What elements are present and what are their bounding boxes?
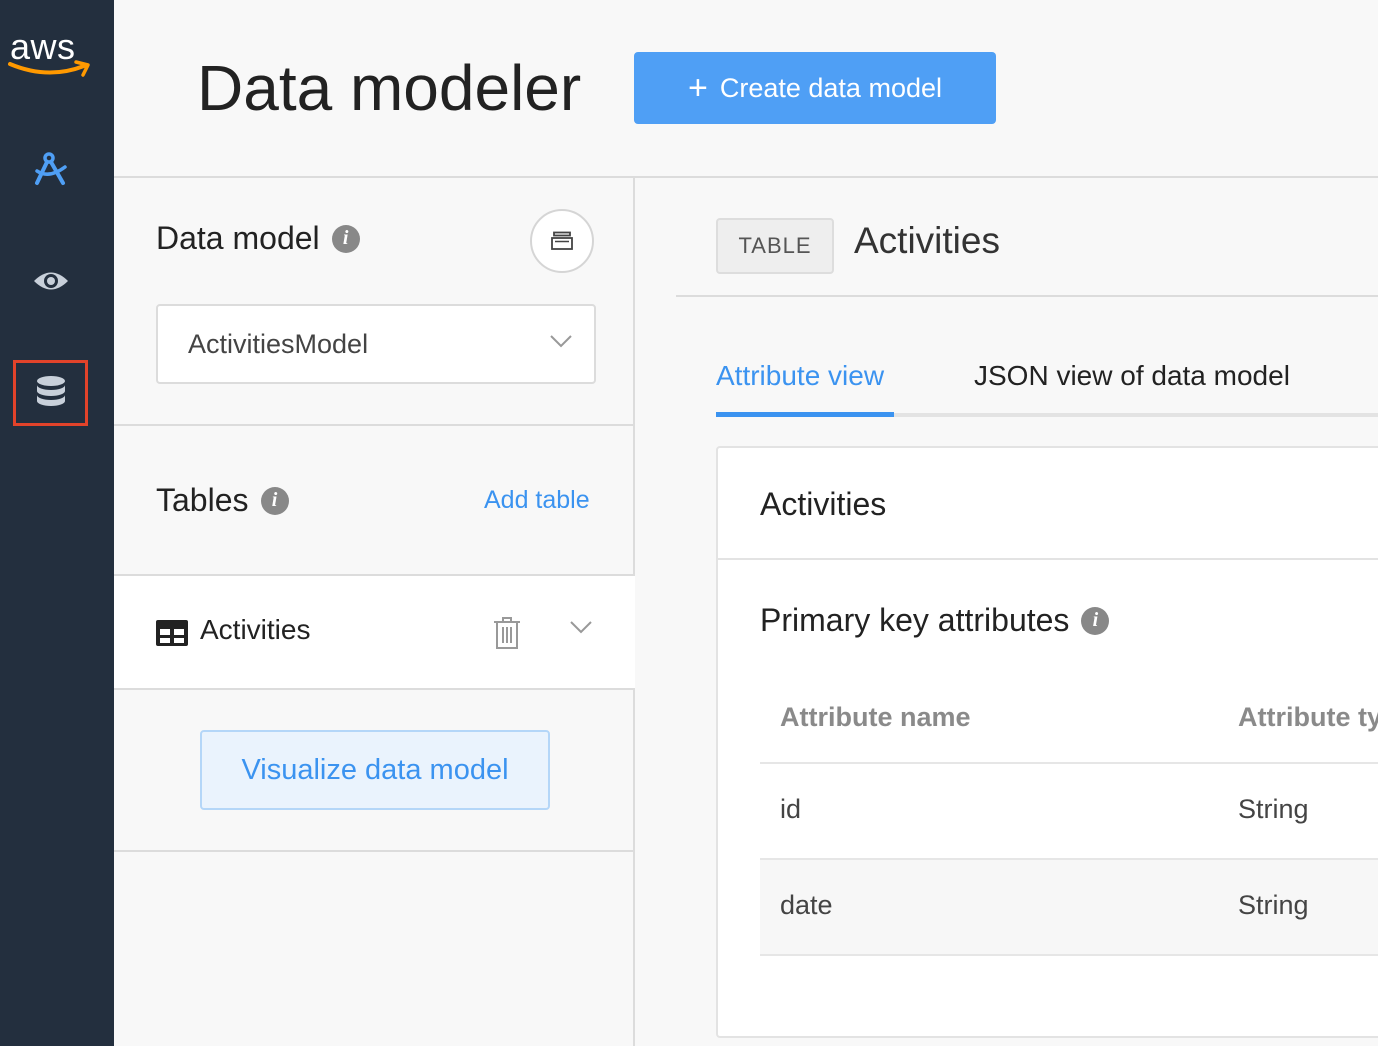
nav-build[interactable] — [13, 136, 88, 202]
create-data-model-button[interactable]: + Create data model — [634, 52, 996, 124]
divider — [114, 688, 635, 690]
plus-icon: + — [688, 69, 708, 107]
attribute-name-cell: id — [780, 794, 802, 824]
table-title: Activities — [854, 220, 1000, 261]
data-model-title: Data model — [156, 220, 320, 256]
primary-key-title: Primary key attributes — [760, 602, 1070, 638]
chevron-down-icon[interactable] — [570, 620, 592, 634]
trash-icon[interactable] — [492, 616, 522, 650]
aws-smile-icon — [8, 60, 90, 77]
aws-logo[interactable]: aws — [8, 22, 98, 86]
tables-heading: Tables i — [156, 482, 289, 519]
tables-title: Tables — [156, 482, 249, 518]
nav-data-modeler[interactable] — [13, 360, 88, 426]
build-icon — [34, 152, 67, 185]
tab-json-view[interactable]: JSON view of data model — [974, 360, 1290, 392]
column-header-attribute-name: Attribute name — [780, 702, 971, 732]
chevron-down-icon — [550, 335, 572, 348]
data-model-heading: Data model i — [156, 220, 360, 257]
divider — [760, 954, 1378, 956]
add-table-link[interactable]: Add table — [484, 486, 590, 515]
active-tab-indicator — [716, 412, 894, 417]
divider — [718, 558, 1378, 560]
table-list-item[interactable]: Activities — [114, 576, 635, 688]
table-row: id String — [760, 762, 1378, 858]
page-title: Data modeler — [197, 52, 582, 124]
attribute-name-cell: date — [780, 890, 833, 920]
nav-preview[interactable] — [13, 248, 88, 314]
eye-icon — [33, 272, 68, 290]
table-row: date String — [760, 858, 1378, 954]
nav-rail: aws — [0, 0, 114, 1046]
data-model-select-value: ActivitiesModel — [188, 328, 369, 359]
column-header-attribute-type: Attribute type — [1238, 702, 1378, 732]
data-model-panel: Data model i ActivitiesModel Tables i Ad… — [114, 178, 635, 1046]
tab-attribute-view[interactable]: Attribute view — [716, 360, 884, 392]
primary-key-heading: Primary key attributes i — [760, 602, 1110, 639]
database-icon — [36, 376, 65, 406]
divider — [114, 424, 635, 426]
divider — [114, 850, 635, 852]
table-item-label: Activities — [200, 614, 311, 645]
visualize-data-model-button[interactable]: Visualize data model — [200, 730, 550, 810]
archive-button[interactable] — [530, 209, 594, 273]
archive-icon — [551, 231, 573, 250]
create-data-model-label: Create data model — [719, 72, 942, 103]
attribute-type-cell: String — [1238, 890, 1309, 920]
info-icon[interactable]: i — [331, 224, 360, 253]
table-icon — [156, 620, 188, 646]
card-title: Activities — [760, 486, 887, 522]
divider — [676, 295, 1378, 297]
info-icon[interactable]: i — [260, 486, 289, 515]
data-model-select[interactable]: ActivitiesModel — [156, 304, 596, 384]
info-icon[interactable]: i — [1081, 606, 1110, 635]
attribute-type-cell: String — [1238, 794, 1309, 824]
attribute-card: Activities Primary key attributes i Attr… — [716, 446, 1378, 1038]
table-badge: TABLE — [716, 218, 834, 274]
